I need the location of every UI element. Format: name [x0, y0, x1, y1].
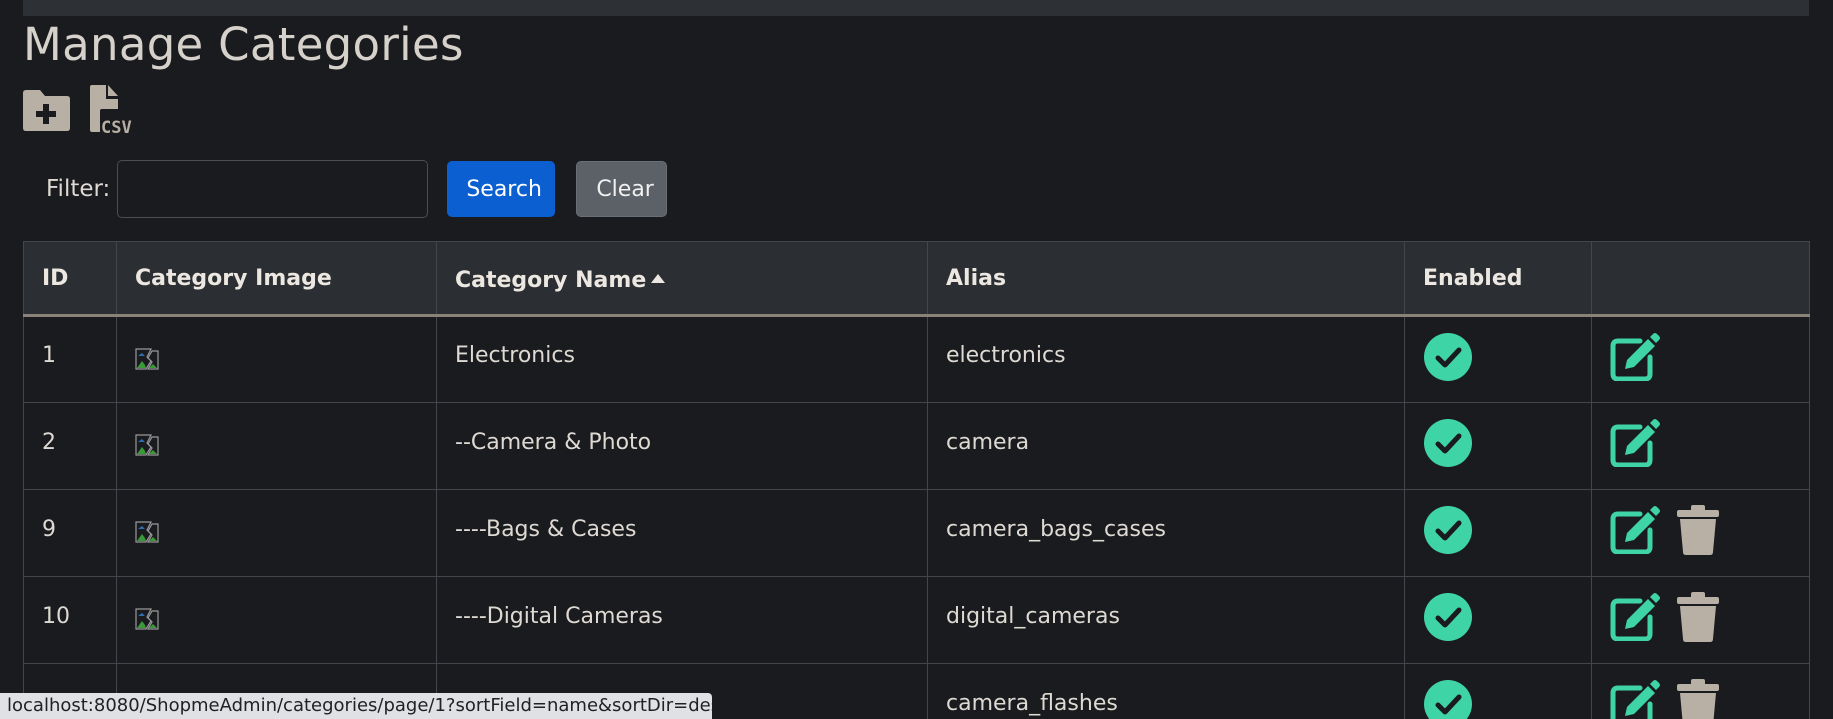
category-id: 2: [42, 429, 56, 455]
cell-alias: camera_bags_cases: [927, 489, 1405, 577]
cell-image: [116, 489, 437, 577]
cell-image: [116, 402, 437, 490]
broken-image-icon: [135, 608, 159, 630]
header-id-label[interactable]: ID: [42, 266, 68, 291]
table-header-row: ID Category Image Category Name Alias En…: [23, 241, 1810, 317]
trash-icon[interactable]: [1676, 679, 1720, 719]
cell-id: 10: [23, 576, 117, 664]
category-id: 9: [42, 516, 56, 542]
edit-icon[interactable]: [1610, 506, 1660, 560]
browser-status-url: localhost:8080/ShopmeAdmin/categories/pa…: [0, 693, 712, 719]
folder-plus-icon[interactable]: [22, 88, 72, 132]
cell-alias: digital_cameras: [927, 576, 1405, 664]
page: Manage Categories CSV Filter: Search Cle…: [0, 0, 1833, 719]
row-actions: [1610, 332, 1809, 387]
row-actions: [1610, 592, 1809, 648]
row-actions: [1610, 419, 1809, 473]
row-actions: [1610, 679, 1809, 719]
trash-icon[interactable]: [1676, 592, 1720, 648]
cell-alias: electronics: [927, 315, 1405, 403]
cell-name: ----Bags & Cases: [436, 489, 928, 577]
cell-actions: [1591, 663, 1810, 719]
cell-enabled: [1404, 663, 1592, 719]
caret-up-icon: [651, 264, 666, 289]
header-alias-label[interactable]: Alias: [946, 266, 1006, 291]
top-navbar: [23, 0, 1809, 16]
cell-actions: [1591, 489, 1810, 577]
clear-button[interactable]: Clear: [576, 161, 668, 217]
enabled-check-icon[interactable]: [1423, 505, 1473, 561]
cell-enabled: [1404, 402, 1592, 490]
edit-icon[interactable]: [1610, 680, 1660, 719]
categories-table: ID Category Image Category Name Alias En…: [23, 241, 1810, 719]
header-enabled[interactable]: Enabled: [1404, 241, 1592, 317]
search-button[interactable]: Search: [447, 161, 556, 217]
table-row: 10 ----Digital Cameras digital_cameras: [23, 576, 1810, 664]
category-id: 10: [42, 603, 70, 629]
category-name: --Camera & Photo: [455, 429, 652, 455]
category-alias: camera_bags_cases: [946, 516, 1166, 542]
cell-id: 1: [23, 315, 117, 403]
row-actions: [1610, 505, 1809, 561]
cell-name: --Camera & Photo: [436, 402, 928, 490]
cell-actions: [1591, 576, 1810, 664]
edit-icon[interactable]: [1610, 419, 1660, 473]
edit-icon[interactable]: [1610, 332, 1660, 387]
broken-image-icon: [135, 521, 159, 543]
table-row: 1 Electronics electronics: [23, 315, 1810, 403]
sort-by-name-link[interactable]: Category Name: [455, 268, 646, 293]
header-image: Category Image: [116, 241, 437, 317]
filter-form: Filter: Search Clear: [46, 160, 668, 218]
cell-name: Electronics: [436, 315, 928, 403]
category-alias: electronics: [946, 343, 1066, 368]
cell-alias: camera_flashes: [927, 663, 1405, 719]
cell-image: [116, 576, 437, 664]
category-id: 1: [42, 343, 56, 368]
edit-icon[interactable]: [1610, 593, 1660, 647]
table-row: 2 --Camera & Photo camera: [23, 402, 1810, 490]
header-image-label: Category Image: [135, 265, 332, 291]
cell-actions: [1591, 315, 1810, 403]
cell-actions: [1591, 402, 1810, 490]
table-row: 9 ----Bags & Cases camera_bags_cases: [23, 489, 1810, 577]
header-actions: [1591, 241, 1810, 317]
page-title: Manage Categories: [23, 18, 464, 71]
enabled-check-icon[interactable]: [1423, 332, 1473, 388]
category-alias: camera_flashes: [946, 690, 1118, 716]
cell-enabled: [1404, 576, 1592, 664]
cell-enabled: [1404, 489, 1592, 577]
header-name[interactable]: Category Name: [436, 241, 928, 317]
category-alias: camera: [946, 429, 1030, 455]
cell-image: [116, 315, 437, 403]
file-csv-icon[interactable]: CSV: [88, 84, 140, 136]
enabled-check-icon[interactable]: [1423, 679, 1473, 719]
cell-name: ----Digital Cameras: [436, 576, 928, 664]
cell-enabled: [1404, 315, 1592, 403]
filter-label: Filter:: [46, 176, 111, 202]
broken-image-icon: [135, 434, 159, 456]
category-name: ----Bags & Cases: [455, 516, 637, 542]
enabled-check-icon[interactable]: [1423, 592, 1473, 648]
filter-input[interactable]: [117, 160, 429, 218]
category-alias: digital_cameras: [946, 603, 1120, 629]
header-enabled-label[interactable]: Enabled: [1423, 266, 1523, 291]
cell-id: 2: [23, 402, 117, 490]
table-body: 1 Electronics electronics 2 --Camera & P…: [23, 315, 1810, 719]
trash-icon[interactable]: [1676, 505, 1720, 561]
categories-table-wrap: ID Category Image Category Name Alias En…: [23, 241, 1810, 719]
category-name: Electronics: [455, 343, 575, 368]
header-alias[interactable]: Alias: [927, 241, 1405, 317]
broken-image-icon: [135, 347, 159, 370]
cell-alias: camera: [927, 402, 1405, 490]
header-id[interactable]: ID: [23, 241, 117, 317]
svg-text:CSV: CSV: [101, 118, 132, 136]
cell-id: 9: [23, 489, 117, 577]
category-name: ----Digital Cameras: [455, 603, 663, 629]
header-name-label[interactable]: Category Name: [455, 268, 646, 293]
enabled-check-icon[interactable]: [1423, 418, 1473, 474]
